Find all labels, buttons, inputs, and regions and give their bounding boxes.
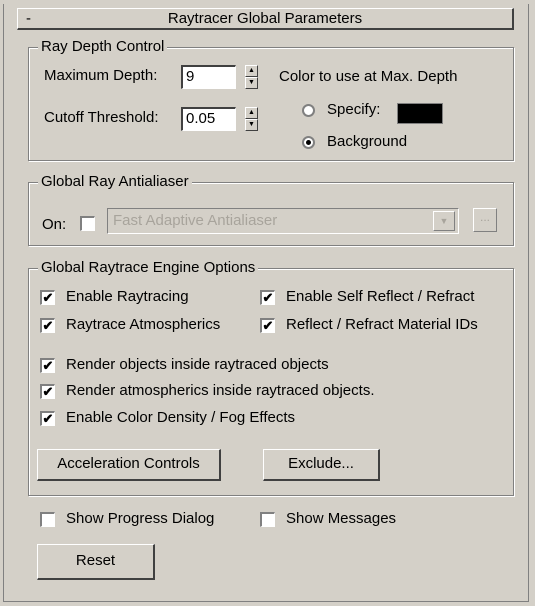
reflect-refract-ids-checkbox[interactable]: ✔: [260, 318, 275, 333]
enable-self-reflect-label: Enable Self Reflect / Refract: [286, 288, 475, 305]
show-progress-checkbox[interactable]: [40, 512, 55, 527]
enable-color-density-checkbox[interactable]: ✔: [40, 411, 55, 426]
enable-self-reflect-checkbox[interactable]: ✔: [260, 290, 275, 305]
show-progress-label: Show Progress Dialog: [66, 510, 215, 527]
render-atmospherics-inside-label: Render atmospherics inside raytraced obj…: [66, 382, 375, 399]
enable-raytracing-label: Enable Raytracing: [66, 288, 189, 305]
reset-button[interactable]: Reset: [37, 544, 155, 580]
color-at-max-depth-label: Color to use at Max. Depth: [279, 68, 458, 85]
cutoff-threshold-spinner[interactable]: ▲ ▼: [245, 107, 258, 131]
specify-radio[interactable]: [302, 104, 315, 117]
color-swatch[interactable]: [397, 103, 443, 124]
collapse-toggle[interactable]: -: [26, 9, 31, 28]
render-objects-inside-label: Render objects inside raytraced objects: [66, 356, 329, 373]
max-depth-spinner[interactable]: ▲ ▼: [245, 65, 258, 89]
antialiaser-group-title: Global Ray Antialiaser: [38, 173, 192, 191]
cutoff-threshold-label: Cutoff Threshold:: [44, 109, 159, 126]
spinner-up-icon[interactable]: ▲: [245, 65, 258, 77]
show-messages-checkbox[interactable]: [260, 512, 275, 527]
raytrace-atmospherics-label: Raytrace Atmospherics: [66, 316, 221, 333]
antialiaser-options-button[interactable]: ...: [473, 208, 497, 232]
cutoff-threshold-input[interactable]: 0.05: [181, 107, 236, 131]
antialiaser-on-label: On:: [42, 216, 67, 233]
enable-raytracing-checkbox[interactable]: ✔: [40, 290, 55, 305]
exclude-button[interactable]: Exclude...: [263, 449, 380, 481]
spinner-down-icon[interactable]: ▼: [245, 77, 258, 89]
spinner-down-icon[interactable]: ▼: [245, 119, 258, 131]
acceleration-controls-button[interactable]: Acceleration Controls: [37, 449, 221, 481]
ray-depth-group-title: Ray Depth Control: [38, 38, 168, 56]
chevron-down-icon[interactable]: ▼: [433, 211, 455, 231]
render-atmospherics-inside-checkbox[interactable]: ✔: [40, 384, 55, 399]
antialiaser-on-checkbox[interactable]: [80, 216, 95, 231]
max-depth-input[interactable]: 9: [181, 65, 236, 89]
spinner-up-icon[interactable]: ▲: [245, 107, 258, 119]
background-label: Background: [327, 133, 408, 150]
render-objects-inside-checkbox[interactable]: ✔: [40, 358, 55, 373]
radio-selected-dot: [306, 140, 311, 145]
background-radio[interactable]: [302, 136, 315, 149]
enable-color-density-label: Enable Color Density / Fog Effects: [66, 409, 295, 426]
max-depth-label: Maximum Depth:: [44, 67, 158, 84]
engine-options-group-title: Global Raytrace Engine Options: [38, 259, 259, 277]
show-messages-label: Show Messages: [286, 510, 397, 527]
panel-title: Raytracer Global Parameters: [167, 10, 363, 27]
rollout-header[interactable]: - Raytracer Global Parameters: [17, 8, 514, 30]
raytrace-atmospherics-checkbox[interactable]: ✔: [40, 318, 55, 333]
reflect-refract-ids-label: Reflect / Refract Material IDs: [286, 316, 478, 333]
antialiaser-dropdown[interactable]: Fast Adaptive Antialiaser: [107, 208, 459, 234]
specify-label: Specify:: [327, 101, 381, 118]
